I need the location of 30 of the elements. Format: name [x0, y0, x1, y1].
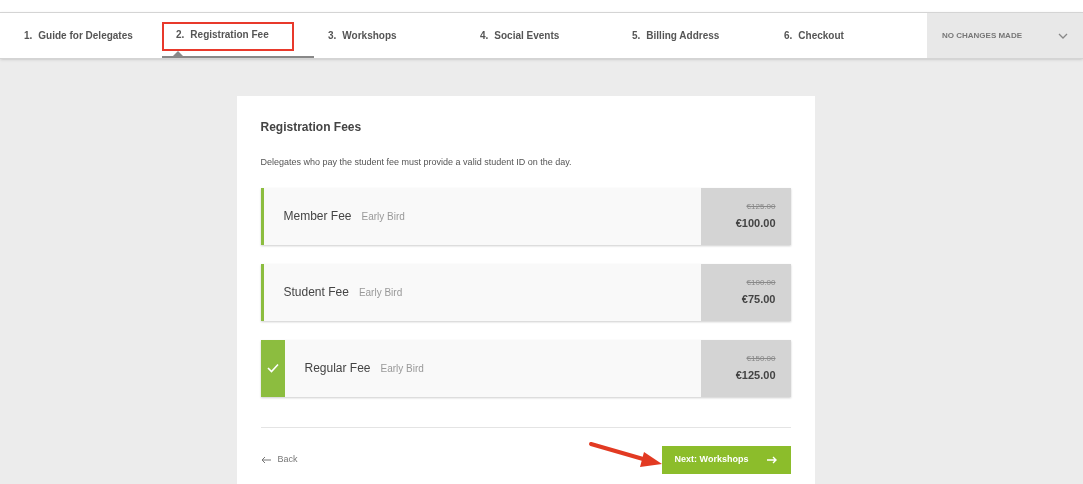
step-tab[interactable]: 6. Checkout [770, 13, 922, 58]
step-tab[interactable]: 5. Billing Address [618, 13, 770, 58]
check-icon [266, 363, 279, 373]
step-tab[interactable]: 4. Social Events [466, 13, 618, 58]
old-price: €150.00 [746, 352, 776, 365]
fee-option[interactable]: Regular Fee Early Bird €150.00 €125.00 [260, 339, 791, 397]
arrow-left-icon [260, 455, 272, 464]
fee-price: €75.00 [741, 291, 776, 307]
step-tab[interactable]: 3. Workshops [314, 13, 466, 58]
fee-price: €125.00 [735, 367, 776, 383]
fee-tag: Early Bird [358, 285, 403, 300]
old-price: €125.00 [746, 200, 776, 213]
old-price: €100.00 [746, 276, 776, 289]
chevron-down-icon [1058, 32, 1068, 39]
fee-name: Student Fee [283, 284, 349, 301]
changes-dropdown[interactable]: NO CHANGES MADE [927, 13, 1083, 58]
step-tab[interactable]: 1. Guide for Delegates [10, 13, 162, 58]
back-link[interactable]: Back [260, 452, 298, 467]
step-tab[interactable]: 2. Registration Fee [162, 13, 314, 58]
fee-name: Regular Fee [304, 360, 371, 377]
arrow-right-icon [766, 455, 778, 464]
caret-icon [173, 51, 183, 56]
fee-tag: Early Bird [361, 209, 405, 224]
fee-tag: Early Bird [380, 361, 424, 376]
card-title: Registration Fees [260, 119, 363, 136]
fee-price: €100.00 [735, 215, 776, 231]
fee-option[interactable]: Member Fee Early Bird €125.00 €100.00 [260, 187, 791, 245]
fee-name: Member Fee [283, 208, 352, 225]
fee-option[interactable]: Student Fee Early Bird €100.00 €75.00 [260, 263, 791, 321]
student-note: Delegates who pay the student fee must provide a valid student ID on the day. [260, 156, 573, 169]
